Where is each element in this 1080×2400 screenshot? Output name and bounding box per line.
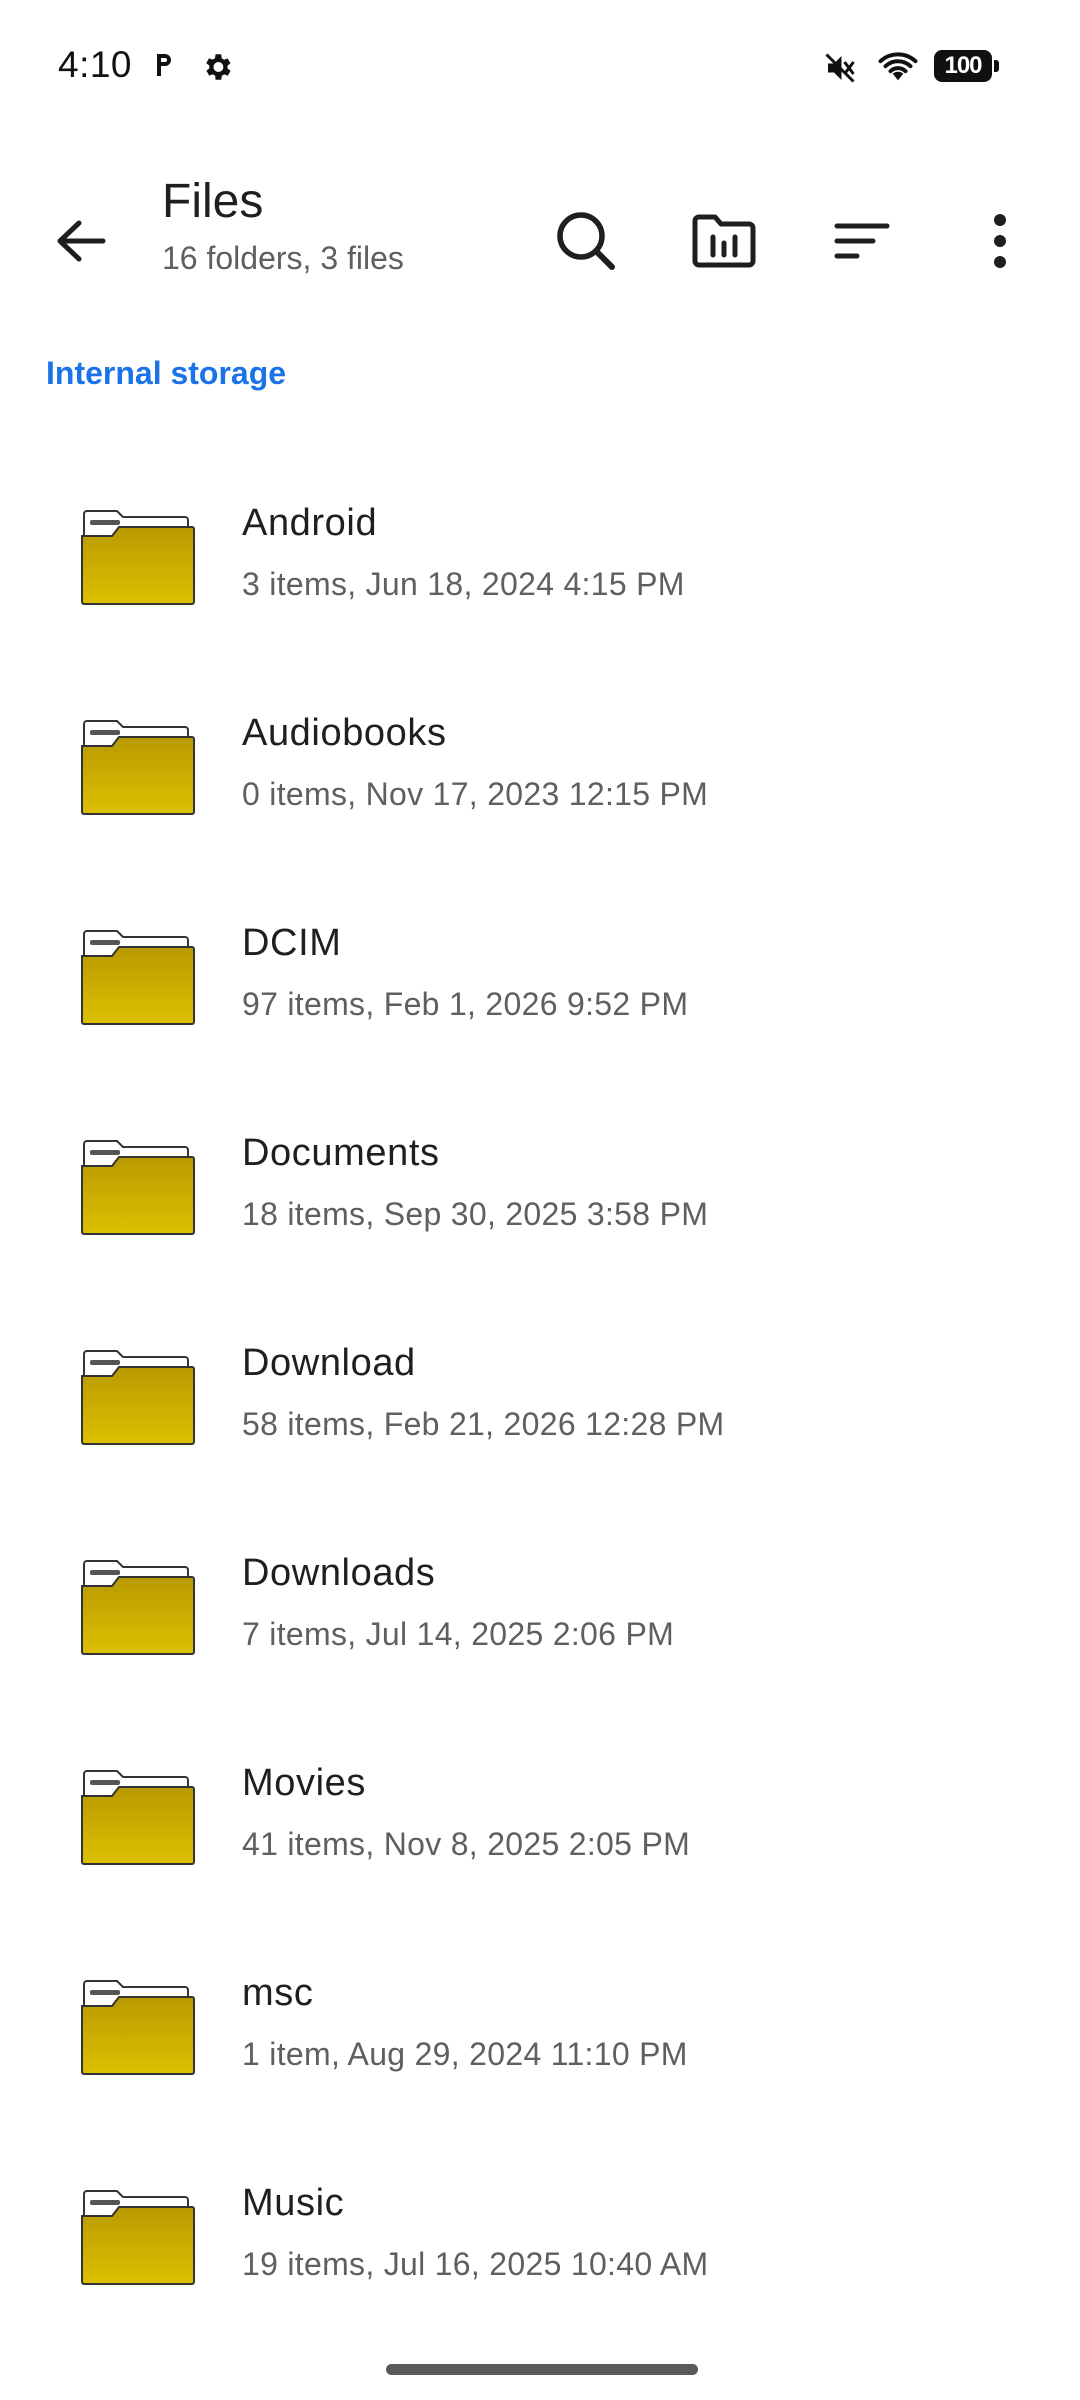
list-item[interactable]: Music 19 items, Jul 16, 2025 10:40 AM (0, 2120, 1080, 2330)
storage-icon (692, 214, 756, 268)
wifi-icon (878, 50, 918, 89)
more-options-button[interactable] (955, 196, 1045, 286)
item-name: DCIM (242, 922, 342, 964)
item-meta: 3 items, Jun 18, 2024 4:15 PM (242, 566, 685, 602)
item-meta: 1 item, Aug 29, 2024 11:10 PM (242, 2036, 688, 2072)
arrow-back-icon (57, 220, 106, 262)
folder-icon (81, 1980, 195, 2075)
page-subtitle: 16 folders, 3 files (162, 240, 404, 276)
breadcrumb[interactable]: Internal storage (46, 355, 286, 392)
item-meta: 58 items, Feb 21, 2026 12:28 PM (242, 1406, 725, 1442)
parking-icon (154, 52, 176, 83)
back-button[interactable] (36, 196, 126, 286)
list-item[interactable]: Audiobooks 0 items, Nov 17, 2023 12:15 P… (0, 650, 1080, 860)
item-meta: 7 items, Jul 14, 2025 2:06 PM (242, 1616, 675, 1652)
item-name: Documents (242, 1132, 440, 1174)
battery-icon: 100 (934, 50, 1000, 82)
item-name: Android (242, 502, 378, 544)
folder-icon (81, 1140, 195, 1235)
list-item[interactable]: Movies 41 items, Nov 8, 2025 2:05 PM (0, 1700, 1080, 1910)
item-meta: 97 items, Feb 1, 2026 9:52 PM (242, 986, 689, 1022)
search-icon (557, 212, 615, 270)
page-title: Files (162, 175, 264, 228)
list-item[interactable]: Documents 18 items, Sep 30, 2025 3:58 PM (0, 1070, 1080, 1280)
item-name: Movies (242, 1762, 366, 1804)
status-time: 4:10 (58, 44, 133, 85)
list-item[interactable]: msc 1 item, Aug 29, 2024 11:10 PM (0, 1910, 1080, 2120)
app-bar: Files 16 folders, 3 files (0, 150, 1080, 310)
settings-gear-icon (200, 50, 234, 89)
item-meta: 19 items, Jul 16, 2025 10:40 AM (242, 2246, 709, 2282)
folder-icon (81, 1560, 195, 1655)
folder-icon (81, 930, 195, 1025)
item-meta: 0 items, Nov 17, 2023 12:15 PM (242, 776, 709, 812)
folder-icon (81, 720, 195, 815)
item-name: Downloads (242, 1552, 436, 1594)
item-name: Music (242, 2182, 345, 2224)
battery-level: 100 (944, 52, 982, 79)
status-bar: 4:10 100 (0, 0, 1080, 135)
item-meta: 18 items, Sep 30, 2025 3:58 PM (242, 1196, 709, 1232)
item-name: Download (242, 1342, 416, 1384)
more-vert-icon (994, 214, 1006, 268)
list-item[interactable]: Download 58 items, Feb 21, 2026 12:28 PM (0, 1280, 1080, 1490)
sort-icon (834, 223, 890, 259)
folder-icon (81, 1350, 195, 1445)
item-meta: 41 items, Nov 8, 2025 2:05 PM (242, 1826, 691, 1862)
folder-icon (81, 1770, 195, 1865)
list-item[interactable]: Android 3 items, Jun 18, 2024 4:15 PM (0, 440, 1080, 650)
list-item[interactable]: DCIM 97 items, Feb 1, 2026 9:52 PM (0, 860, 1080, 1070)
home-indicator[interactable] (386, 2364, 698, 2375)
item-name: msc (242, 1972, 314, 2014)
item-name: Audiobooks (242, 712, 447, 754)
sort-button[interactable] (817, 196, 907, 286)
folder-icon (81, 2190, 195, 2285)
folder-icon (81, 510, 195, 605)
vibrate-mute-icon (822, 50, 858, 91)
list-item[interactable]: Downloads 7 items, Jul 14, 2025 2:06 PM (0, 1490, 1080, 1700)
file-list: Android 3 items, Jun 18, 2024 4:15 PM Au… (0, 440, 1080, 2330)
search-button[interactable] (541, 196, 631, 286)
storage-analysis-button[interactable] (679, 196, 769, 286)
